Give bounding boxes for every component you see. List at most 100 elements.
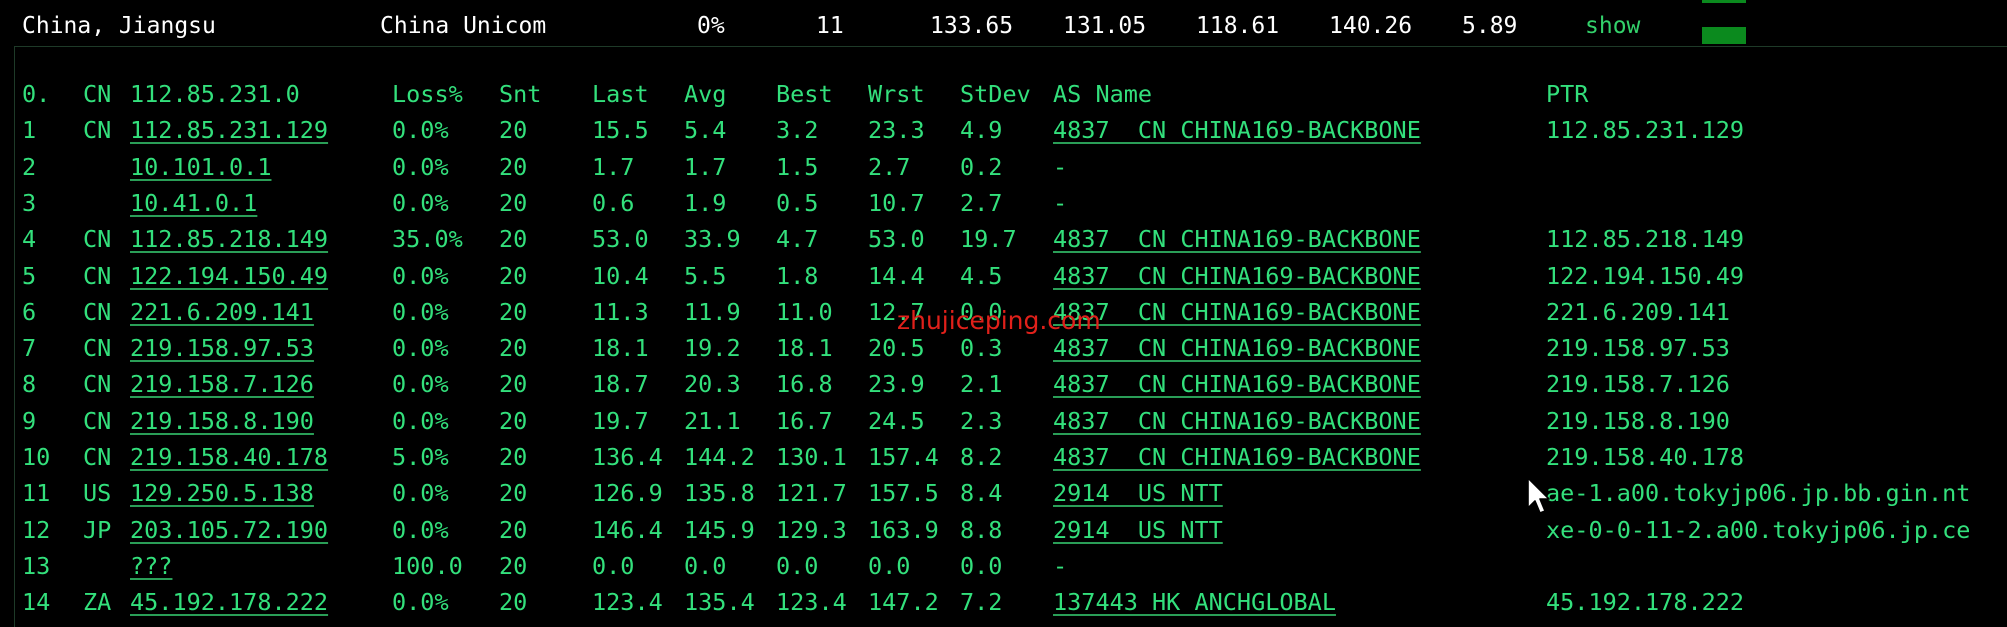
- stdev-cell: 8.2: [960, 443, 1003, 471]
- as-name-link[interactable]: 2914 US NTT: [1053, 512, 1223, 548]
- hop-cell: 13: [22, 551, 51, 580]
- ptr-cell: 45.192.178.222: [1546, 588, 1745, 617]
- snt-cell: 20: [499, 225, 528, 254]
- ip-link[interactable]: 129.250.5.138: [130, 475, 314, 511]
- last-cell: 123.4: [592, 588, 663, 617]
- country-cell: CN: [83, 406, 112, 435]
- ip-link[interactable]: ???: [130, 548, 172, 584]
- avg-cell: 20.3: [684, 370, 741, 399]
- country-cell: CN: [83, 334, 112, 363]
- ip-link[interactable]: 219.158.7.126: [130, 366, 314, 402]
- ip-link[interactable]: 112.85.231.129: [130, 112, 328, 148]
- as-name-link[interactable]: 2914 US NTT: [1053, 475, 1223, 511]
- ptr-cell: 122.194.150.49: [1546, 261, 1745, 290]
- loss-cell: 100.0: [392, 551, 463, 580]
- best-cell: 4.7: [776, 225, 819, 254]
- wrst-cell: 163.9: [868, 515, 939, 544]
- as-name-link[interactable]: 4837 CN CHINA169-BACKBONE: [1053, 258, 1421, 294]
- as-name-link[interactable]: 4837 CN CHINA169-BACKBONE: [1053, 330, 1421, 366]
- last-cell: 126.9: [592, 479, 663, 508]
- table-row: 2 10.101.0.1 0.0% 20 1.7 1.7 1.5 2.7 0.2 -: [0, 149, 2007, 185]
- header-hop: 0.: [22, 80, 51, 108]
- snt-cell: 20: [499, 334, 528, 363]
- table-row: 3 10.41.0.1 0.0% 20 0.6 1.9 0.5 10.7 2.7 -: [0, 185, 2007, 221]
- ip-link[interactable]: 10.41.0.1: [130, 185, 257, 221]
- ip-link[interactable]: 203.105.72.190: [130, 512, 328, 548]
- loss-cell: 0.0%: [392, 188, 449, 217]
- hop-cell: 3: [22, 188, 37, 217]
- wrst-cell: 157.4: [868, 443, 939, 471]
- snt-cell: 20: [499, 443, 528, 471]
- as-name-link[interactable]: 4837 CN CHINA169-BACKBONE: [1053, 439, 1421, 475]
- best-cell: 18.1: [776, 334, 833, 363]
- wrst-cell: 10.7: [868, 188, 925, 217]
- loss-cell: 0.0%: [392, 152, 449, 181]
- header-last: Last: [592, 80, 649, 108]
- wrst-cell: 2.7: [868, 152, 911, 181]
- hop-cell: 4: [22, 225, 37, 254]
- wrst-cell: 157.5: [868, 479, 939, 508]
- best-cell: 3.2: [776, 116, 819, 145]
- header-stdev: StDev: [960, 80, 1031, 108]
- ip-link[interactable]: 219.158.8.190: [130, 403, 314, 439]
- ptr-cell: 112.85.218.149: [1546, 225, 1745, 254]
- snt-cell: 20: [499, 261, 528, 290]
- summary-location: China, Jiangsu: [22, 13, 216, 39]
- header-snt: Snt: [499, 80, 542, 108]
- country-cell: CN: [83, 443, 112, 471]
- header-ip: 112.85.231.0: [130, 80, 300, 108]
- ip-link[interactable]: 221.6.209.141: [130, 294, 314, 330]
- header-asname: AS Name: [1053, 80, 1153, 108]
- last-cell: 146.4: [592, 515, 663, 544]
- ip-link[interactable]: 10.101.0.1: [130, 149, 271, 185]
- last-cell: 53.0: [592, 225, 649, 254]
- as-name-link[interactable]: 4837 CN CHINA169-BACKBONE: [1053, 221, 1421, 257]
- table-row: 14 ZA 45.192.178.222 0.0% 20 123.4 135.4 123.4 1…: [0, 584, 2007, 620]
- as-name-link[interactable]: 4837 CN CHINA169-BACKBONE: [1053, 366, 1421, 402]
- stdev-cell: 7.2: [960, 588, 1003, 617]
- hop-cell: 1: [22, 116, 37, 145]
- loss-cell: 0.0%: [392, 261, 449, 290]
- avg-cell: 145.9: [684, 515, 755, 544]
- loss-cell: 0.0%: [392, 370, 449, 399]
- avg-cell: 19.2: [684, 334, 741, 363]
- as-name-link[interactable]: 4837 CN CHINA169-BACKBONE: [1053, 403, 1421, 439]
- as-name-link[interactable]: 4837 CN CHINA169-BACKBONE: [1053, 294, 1421, 330]
- ip-link[interactable]: 219.158.97.53: [130, 330, 314, 366]
- as-name-link: -: [1053, 152, 1068, 181]
- summary-value-2: 131.05: [1063, 13, 1147, 39]
- loss-cell: 35.0%: [392, 225, 463, 254]
- hop-cell: 12: [22, 515, 51, 544]
- hop-cell: 6: [22, 297, 37, 326]
- avg-cell: 5.5: [684, 261, 727, 290]
- show-link[interactable]: show: [1585, 0, 1640, 52]
- avg-cell: 0.0: [684, 551, 727, 580]
- ptr-cell: xe-0-0-11-2.a00.tokyjp06.jp.ce: [1546, 515, 1971, 544]
- ip-link[interactable]: 122.194.150.49: [130, 258, 328, 294]
- avg-cell: 144.2: [684, 443, 755, 471]
- ip-link[interactable]: 219.158.40.178: [130, 439, 328, 475]
- stdev-cell: 8.4: [960, 479, 1003, 508]
- table-row: 10 CN 219.158.40.178 5.0% 20 136.4 144.2 130.1 1…: [0, 439, 2007, 475]
- ptr-cell: 219.158.7.126: [1546, 370, 1730, 399]
- hop-cell: 5: [22, 261, 37, 290]
- header-cc: CN: [83, 80, 112, 108]
- as-name-link[interactable]: 4837 CN CHINA169-BACKBONE: [1053, 112, 1421, 148]
- snt-cell: 20: [499, 188, 528, 217]
- ip-link[interactable]: 112.85.218.149: [130, 221, 328, 257]
- snt-cell: 20: [499, 551, 528, 580]
- best-cell: 130.1: [776, 443, 847, 471]
- ip-link[interactable]: 45.192.178.222: [130, 584, 328, 620]
- loss-cell: 0.0%: [392, 588, 449, 617]
- last-cell: 18.7: [592, 370, 649, 399]
- header-wrst: Wrst: [868, 80, 925, 108]
- as-name-link[interactable]: 137443 HK ANCHGLOBAL: [1053, 584, 1336, 620]
- best-cell: 1.5: [776, 152, 819, 181]
- avg-cell: 135.4: [684, 588, 755, 617]
- wrst-cell: 147.2: [868, 588, 939, 617]
- ptr-cell: ae-1.a00.tokyjp06.jp.bb.gin.nt: [1546, 479, 1971, 508]
- country-cell: ZA: [83, 588, 112, 617]
- wrst-cell: 53.0: [868, 225, 925, 254]
- table-header-row: 0. CN 112.85.231.0 Loss% Snt Last Avg Best Wrst S…: [0, 76, 2007, 112]
- ptr-cell: 221.6.209.141: [1546, 297, 1730, 326]
